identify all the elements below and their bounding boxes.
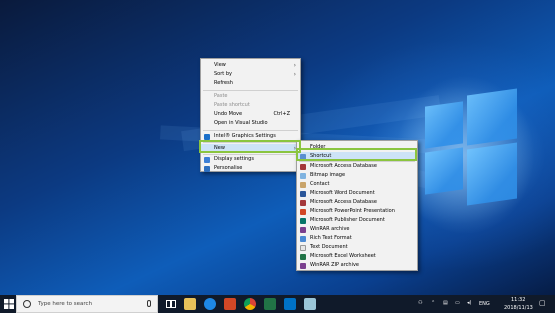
- new-item-publisher-document[interactable]: Microsoft Publisher Document: [297, 216, 417, 225]
- menu-item-label: Personalise: [214, 165, 243, 171]
- menu-item-shortcut: Ctrl+Z: [273, 111, 290, 117]
- display-settings-icon: [204, 156, 210, 163]
- new-item-word-document[interactable]: Microsoft Word Document: [297, 189, 417, 198]
- publisher-icon: [300, 217, 306, 224]
- menu-item-sort-by[interactable]: Sort by ›: [201, 70, 300, 79]
- windows-logo-pane-bl: [425, 147, 463, 195]
- menu-item-label: Open in Visual Studio: [214, 120, 268, 126]
- menu-item-paste[interactable]: Paste: [201, 92, 300, 101]
- access-icon: [300, 199, 306, 206]
- winrar-zip-icon: [300, 262, 306, 269]
- language-indicator[interactable]: ENG: [479, 301, 490, 307]
- menu-item-paste-shortcut[interactable]: Paste shortcut: [201, 101, 300, 110]
- windows-logo-pane-tl: [425, 101, 463, 149]
- menu-item-label: Refresh: [214, 80, 233, 86]
- new-item-contact[interactable]: Contact: [297, 180, 417, 189]
- menu-separator: [203, 90, 298, 91]
- chevron-up-icon[interactable]: ⌃: [431, 300, 435, 306]
- menu-item-display-settings[interactable]: Display settings: [201, 155, 300, 164]
- menu-item-label: Microsoft PowerPoint Presentation: [310, 208, 395, 214]
- new-item-text-document[interactable]: Text Document: [297, 243, 417, 252]
- new-item-access-database[interactable]: Microsoft Access Database: [297, 162, 417, 171]
- menu-item-label: Paste: [214, 93, 228, 99]
- clock-date[interactable]: 2018/11/13: [504, 305, 533, 311]
- cortana-icon: [23, 300, 31, 308]
- volume-icon[interactable]: ◂): [467, 300, 471, 306]
- notifications-icon[interactable]: ▢: [539, 299, 546, 307]
- desktop-context-menu: View › Sort by › Refresh Paste Paste sho…: [200, 58, 301, 172]
- menu-item-label: Bitmap image: [310, 172, 346, 178]
- edge-icon[interactable]: [204, 298, 216, 310]
- menu-separator: [203, 130, 298, 131]
- menu-item-label: Rich Text Format: [310, 235, 352, 241]
- menu-item-open-in-visual-studio[interactable]: Open in Visual Studio: [201, 119, 300, 128]
- menu-item-label: Paste shortcut: [214, 102, 250, 108]
- new-item-bitmap-image[interactable]: Bitmap image: [297, 171, 417, 180]
- new-item-winrar-zip-archive[interactable]: WinRAR ZIP archive: [297, 261, 417, 270]
- new-item-access-database-2[interactable]: Microsoft Access Database: [297, 198, 417, 207]
- excel-icon: [300, 253, 306, 260]
- menu-item-undo-move[interactable]: Undo Move Ctrl+Z: [201, 110, 300, 119]
- menu-item-label: Microsoft Word Document: [310, 190, 375, 196]
- menu-item-label: Microsoft Access Database: [310, 163, 377, 169]
- menu-item-label: Microsoft Excel Worksheet: [310, 253, 376, 259]
- menu-item-view[interactable]: View ›: [201, 61, 300, 70]
- menu-item-label: Undo Move: [214, 111, 243, 117]
- menu-item-personalise[interactable]: Personalise: [201, 164, 300, 173]
- chevron-right-icon: ›: [293, 62, 296, 69]
- menu-item-label: Microsoft Access Database: [310, 199, 377, 205]
- search-placeholder: Type here to search: [38, 301, 93, 307]
- windows-logo-pane-br: [467, 142, 517, 206]
- bitmap-image-icon: [300, 172, 306, 179]
- word-icon: [300, 190, 306, 197]
- excel-icon[interactable]: [264, 298, 276, 310]
- menu-item-label: Text Document: [310, 244, 348, 250]
- text-document-icon: [300, 244, 306, 251]
- windows-logo-pane-tr: [467, 88, 517, 146]
- new-item-winrar-archive[interactable]: WinRAR archive: [297, 225, 417, 234]
- network-icon[interactable]: ▤: [443, 300, 448, 306]
- menu-item-label: WinRAR ZIP archive: [310, 262, 360, 268]
- menu-item-label: View: [214, 62, 226, 68]
- intel-graphics-icon: [204, 133, 210, 140]
- menu-item-label: Microsoft Publisher Document: [310, 217, 385, 223]
- menu-item-label: Sort by: [214, 71, 232, 77]
- powerpoint-icon: [300, 208, 306, 215]
- outlook-icon[interactable]: [284, 298, 296, 310]
- powerpoint-icon[interactable]: [224, 298, 236, 310]
- microphone-icon[interactable]: [147, 300, 151, 307]
- access-icon: [300, 163, 306, 170]
- highlight-new: [199, 140, 301, 153]
- people-icon[interactable]: ⚇: [418, 300, 422, 306]
- windows-start-icon[interactable]: [4, 299, 14, 309]
- new-item-rich-text-format[interactable]: Rich Text Format: [297, 234, 417, 243]
- battery-icon[interactable]: ▭: [455, 300, 460, 306]
- menu-item-label: Display settings: [214, 156, 254, 162]
- chrome-icon[interactable]: [244, 298, 256, 310]
- new-item-excel-worksheet[interactable]: Microsoft Excel Worksheet: [297, 252, 417, 261]
- menu-item-refresh[interactable]: Refresh: [201, 79, 300, 88]
- contact-icon: [300, 181, 306, 188]
- app-icon[interactable]: [304, 298, 316, 310]
- highlight-shortcut: [296, 148, 417, 161]
- clock-time[interactable]: 11:32: [511, 297, 525, 303]
- search-box[interactable]: Type here to search: [16, 295, 158, 313]
- personalise-icon: [204, 165, 210, 172]
- task-view-icon[interactable]: [166, 299, 176, 309]
- menu-item-label: Contact: [310, 181, 330, 187]
- winrar-icon: [300, 226, 306, 233]
- new-item-powerpoint-presentation[interactable]: Microsoft PowerPoint Presentation: [297, 207, 417, 216]
- chevron-right-icon: ›: [293, 71, 296, 78]
- menu-item-label: WinRAR archive: [310, 226, 350, 232]
- rich-text-icon: [300, 235, 306, 242]
- file-explorer-icon[interactable]: [184, 298, 196, 310]
